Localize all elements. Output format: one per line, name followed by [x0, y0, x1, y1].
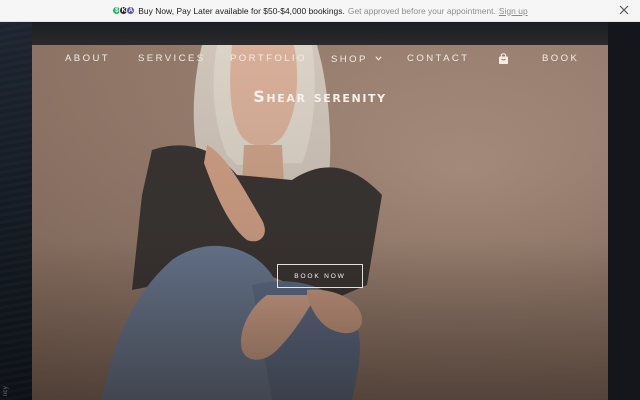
- nav-about[interactable]: ABOUT: [65, 53, 110, 64]
- nav-portfolio[interactable]: PORTFOLIO: [230, 53, 307, 64]
- nav-book[interactable]: BOOK: [542, 53, 579, 64]
- nav-services[interactable]: SERVICES: [138, 53, 206, 64]
- nav-shop[interactable]: SHOP: [331, 53, 382, 65]
- chevron-down-icon: [375, 53, 382, 64]
- promo-banner: $ K A Buy Now, Pay Later available for $…: [0, 0, 640, 22]
- close-icon[interactable]: [618, 4, 630, 16]
- top-page-edge: [32, 22, 608, 45]
- ocean-background: licy: [0, 22, 32, 400]
- banner-sub-text: Get approved before your appointment.: [347, 5, 496, 16]
- banner-main-text: Buy Now, Pay Later available for $50-$4,…: [138, 5, 345, 16]
- nav-shop-label: SHOP: [331, 54, 368, 65]
- vertical-footer-text: licy: [3, 386, 9, 396]
- shopping-bag-icon[interactable]: [498, 52, 509, 64]
- book-now-button[interactable]: BOOK NOW: [277, 264, 363, 288]
- main-navigation: ABOUT SERVICES PORTFOLIO SHOP CONTACT BO…: [32, 45, 608, 73]
- right-page-edge: [608, 22, 640, 400]
- site-title: Shear serenity: [253, 87, 387, 106]
- payment-badge-icon: A: [126, 6, 136, 15]
- nav-contact[interactable]: CONTACT: [407, 53, 469, 64]
- payment-badges: $ K A: [112, 6, 136, 15]
- signup-link[interactable]: Sign up: [499, 6, 528, 16]
